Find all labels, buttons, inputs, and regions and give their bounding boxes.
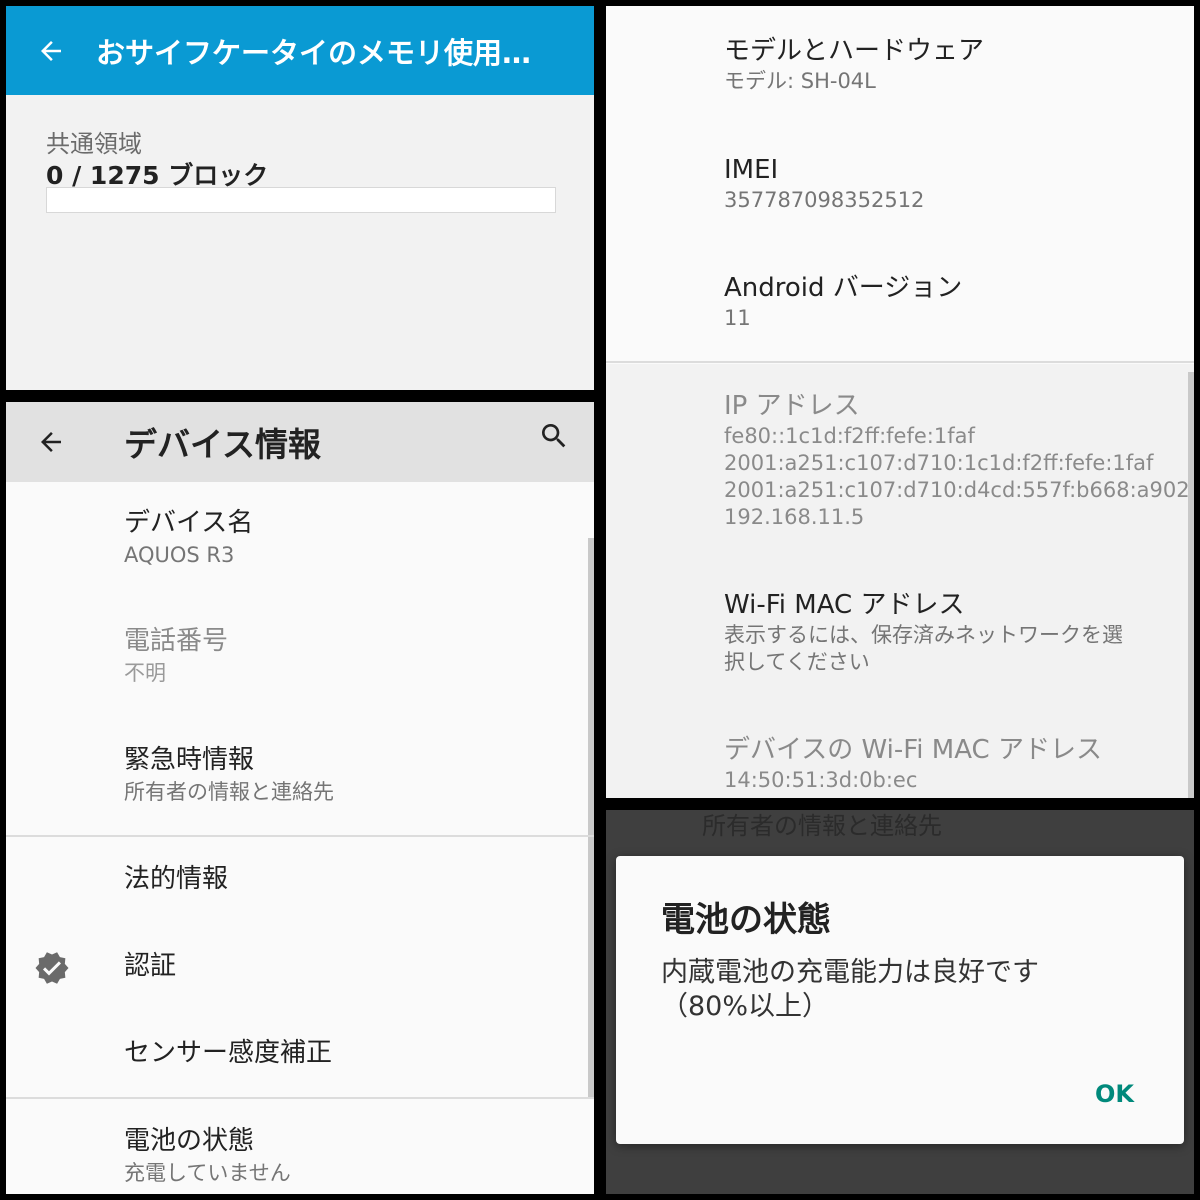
back-button[interactable] bbox=[6, 427, 124, 457]
item-subtitle: モデル: SH-04L bbox=[724, 69, 876, 93]
item-subtitle: 14:50:51:3d:0b:ec bbox=[724, 768, 918, 792]
arrow-back-icon bbox=[41, 40, 61, 61]
battery-dialog-screen: 所有者の情報と連絡先 電池の状態 内蔵電池の充電能力は良好です （80%以上） … bbox=[606, 810, 1194, 1194]
list-item-phone-number: 電話番号 不明 bbox=[124, 624, 228, 688]
device-details-screen: モデルとハードウェア モデル: SH-04L IMEI 357787098352… bbox=[606, 6, 1194, 798]
item-title: Android バージョン bbox=[724, 273, 963, 303]
list-item-certification[interactable]: 認証 bbox=[124, 949, 176, 983]
item-title: 電池の状態 bbox=[124, 1126, 255, 1156]
arrow-back-icon bbox=[41, 432, 61, 452]
search-icon bbox=[542, 424, 566, 448]
region-label: 共通領域 bbox=[46, 130, 142, 158]
dialog-title: 電池の状態 bbox=[661, 900, 831, 940]
item-subtitle: 357787098352512 bbox=[724, 188, 925, 212]
page-title: デバイス情報 bbox=[124, 425, 322, 464]
item-title: デバイスの Wi-Fi MAC アドレス bbox=[724, 735, 1102, 765]
list-item-android-version[interactable]: Android バージョン 11 bbox=[724, 271, 962, 332]
item-title: Wi-Fi MAC アドレス bbox=[724, 590, 965, 620]
memory-app-bar: おサイフケータイのメモリ使用… bbox=[6, 6, 594, 95]
item-title: 電話番号 bbox=[124, 626, 229, 656]
item-title: 緊急時情報 bbox=[124, 745, 255, 775]
ok-button[interactable]: OK bbox=[1095, 1080, 1134, 1108]
dialog-message: 内蔵電池の充電能力は良好です （80%以上） bbox=[661, 957, 1039, 1022]
usage-progress-bar bbox=[46, 187, 556, 213]
battery-status-dialog: 電池の状態 内蔵電池の充電能力は良好です （80%以上） OK bbox=[616, 856, 1184, 1144]
item-title: モデルとハードウェア bbox=[724, 36, 985, 66]
item-subtitle: fe80::1c1d:f2ff:fefe:1faf 2001:a251:c107… bbox=[724, 424, 1190, 529]
list-item-ip-address: IP アドレス fe80::1c1d:f2ff:fefe:1faf 2001:a… bbox=[724, 389, 1190, 531]
list-item-emergency-info[interactable]: 緊急時情報 所有者の情報と連絡先 bbox=[124, 743, 334, 807]
list-item-imei[interactable]: IMEI 357787098352512 bbox=[724, 153, 924, 214]
device-app-bar: デバイス情報 bbox=[6, 402, 594, 482]
back-button[interactable] bbox=[6, 36, 96, 66]
list-item-battery-status[interactable]: 電池の状態 充電していません bbox=[124, 1124, 291, 1188]
background-list-text: 所有者の情報と連絡先 bbox=[702, 812, 942, 840]
item-subtitle: 表示するには、保存済みネットワークを選 択してください bbox=[724, 623, 1123, 674]
item-title: デバイス名 bbox=[124, 508, 254, 538]
item-title: IP アドレス bbox=[724, 391, 860, 421]
item-title: IMEI bbox=[724, 155, 779, 185]
item-subtitle: 不明 bbox=[124, 661, 166, 685]
item-title: 法的情報 bbox=[124, 864, 229, 894]
list-item-device-wifi-mac: デバイスの Wi-Fi MAC アドレス 14:50:51:3d:0b:ec bbox=[724, 733, 1102, 794]
scrollbar[interactable] bbox=[588, 538, 594, 1098]
item-subtitle: 所有者の情報と連絡先 bbox=[124, 780, 334, 804]
item-title: 認証 bbox=[124, 951, 177, 981]
device-info-screen: デバイス情報 デバイス名 AQUOS R3 電話番号 不明 緊急時情報 所有者の… bbox=[6, 402, 594, 1194]
item-title: センサー感度補正 bbox=[124, 1038, 333, 1068]
memory-usage-screen: おサイフケータイのメモリ使用… 共通領域 0 / 1275 ブロック bbox=[6, 6, 594, 390]
list-item-device-name[interactable]: デバイス名 AQUOS R3 bbox=[124, 506, 253, 570]
verified-badge-icon bbox=[34, 950, 70, 990]
item-subtitle: AQUOS R3 bbox=[124, 543, 235, 567]
divider bbox=[606, 361, 1194, 363]
divider bbox=[6, 1097, 594, 1099]
list-item-wifi-mac[interactable]: Wi-Fi MAC アドレス 表示するには、保存済みネットワークを選 択してくだ… bbox=[724, 588, 1123, 676]
list-item-legal-info[interactable]: 法的情報 bbox=[124, 862, 228, 896]
list-item-sensor-calibration[interactable]: センサー感度補正 bbox=[124, 1036, 332, 1070]
page-title: おサイフケータイのメモリ使用… bbox=[96, 35, 532, 70]
item-subtitle: 11 bbox=[724, 306, 751, 330]
item-subtitle: 充電していません bbox=[124, 1161, 291, 1185]
list-item-model-hardware[interactable]: モデルとハードウェア モデル: SH-04L bbox=[724, 34, 984, 95]
divider bbox=[6, 835, 594, 837]
search-button[interactable] bbox=[538, 420, 570, 456]
